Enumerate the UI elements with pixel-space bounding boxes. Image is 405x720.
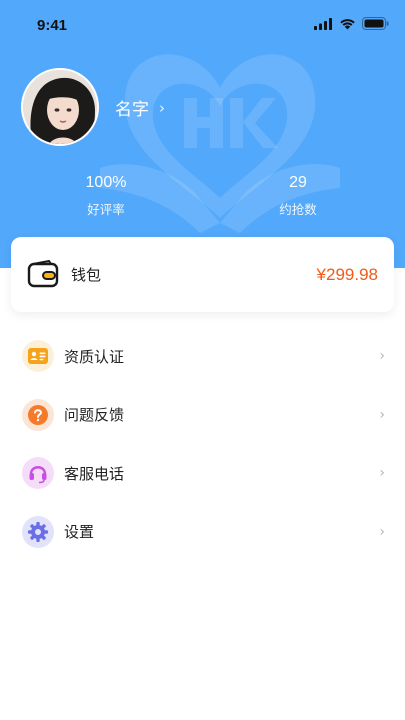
status-icons (314, 17, 389, 30)
wallet-card[interactable]: 钱包 ¥299.98 (11, 237, 394, 312)
menu-item-feedback[interactable]: 问题反馈 › (0, 386, 405, 445)
menu-item-customer-service[interactable]: 客服电话 › (0, 444, 405, 503)
chevron-right-icon: › (379, 465, 385, 482)
stat-grab-count: 29 约抢数 (238, 174, 358, 218)
id-card-icon (22, 340, 54, 373)
wallet-icon (27, 259, 59, 287)
profile-header: 9:41 名字 › 100% 好评率 29 约抢数 (0, 0, 405, 268)
stat-rating: 100% 好评率 (46, 174, 166, 218)
chevron-right-icon: › (379, 348, 385, 365)
profile-name: 名字 (115, 100, 149, 120)
chevron-right-icon: › (379, 523, 385, 540)
menu-item-label: 问题反馈 (64, 406, 125, 425)
status-time: 9:41 (37, 17, 68, 34)
menu-item-label: 客服电话 (64, 464, 125, 483)
menu-item-qualification[interactable]: 资质认证 › (0, 327, 405, 386)
stat-grab-count-value: 29 (289, 174, 307, 191)
headset-icon (22, 457, 54, 490)
avatar-portrait-image (23, 70, 97, 144)
stat-grab-count-label: 约抢数 (279, 202, 317, 217)
battery-icon (362, 17, 389, 30)
stat-rating-label: 好评率 (87, 202, 125, 217)
wallet-balance: ¥299.98 (316, 264, 378, 284)
stat-rating-value: 100% (85, 174, 127, 191)
menu-item-settings[interactable]: 设置 › (0, 503, 405, 562)
question-icon (22, 398, 54, 431)
chevron-right-icon: › (379, 406, 385, 423)
menu-item-label: 资质认证 (64, 347, 125, 366)
gear-icon (22, 515, 54, 548)
wifi-icon (340, 18, 355, 29)
menu-list: 资质认证 › 问题反馈 › 客服电话 › 设置 › (0, 327, 405, 561)
profile-name-link[interactable]: 名字 › (115, 95, 165, 121)
status-bar: 9:41 (0, 0, 405, 50)
avatar[interactable] (21, 68, 99, 146)
chevron-right-icon: › (159, 98, 165, 117)
wallet-label: 钱包 (71, 266, 102, 284)
signal-icon (314, 17, 332, 30)
menu-item-label: 设置 (64, 523, 95, 542)
